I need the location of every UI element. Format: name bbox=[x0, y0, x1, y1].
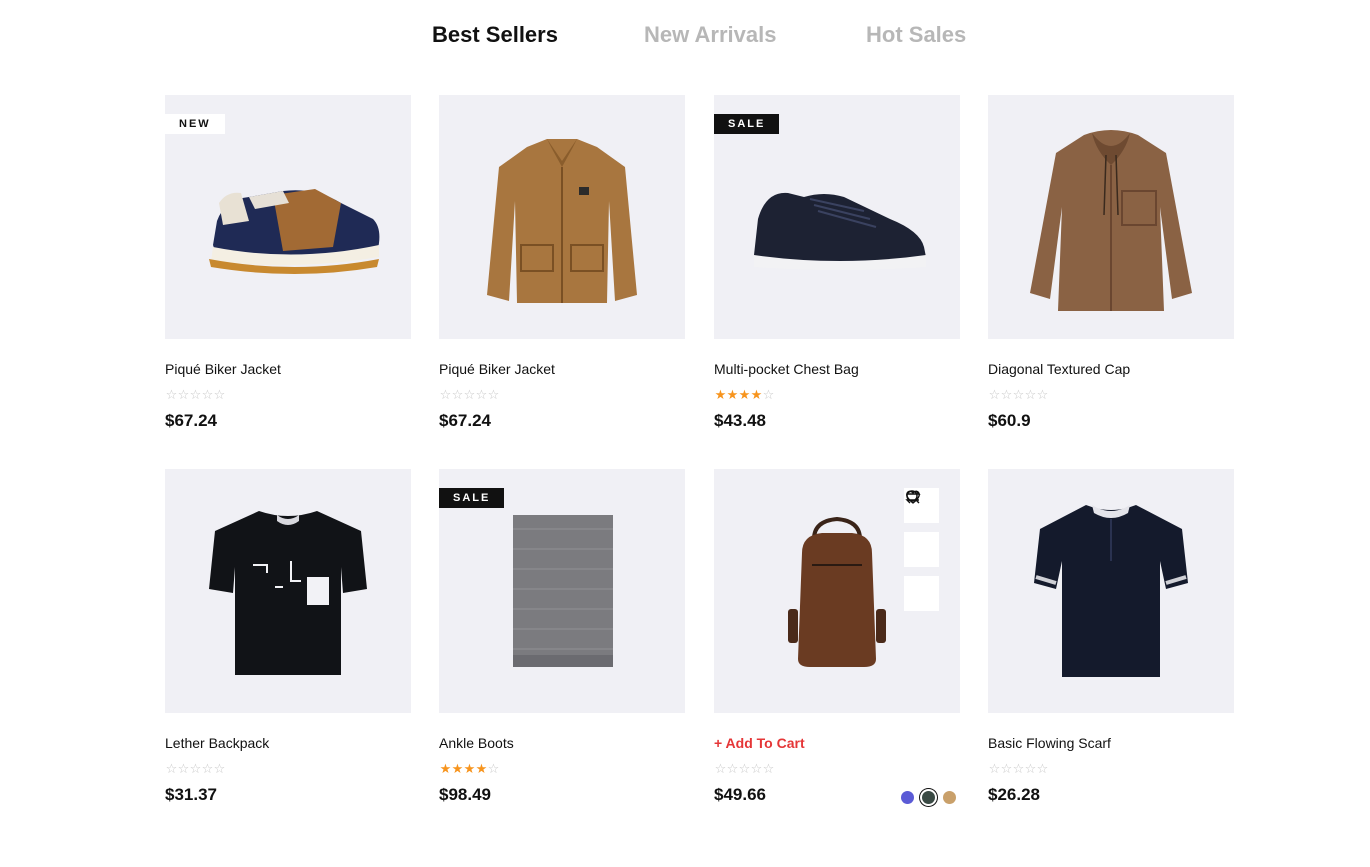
product-price: $26.28 bbox=[988, 785, 1040, 804]
tshirt-icon bbox=[209, 511, 367, 675]
star-icon: ☆ bbox=[1036, 387, 1049, 402]
star-icon: ★ bbox=[451, 761, 464, 776]
new-badge: NEW bbox=[165, 114, 225, 134]
jacket-icon bbox=[487, 139, 637, 303]
product-price: $98.49 bbox=[439, 785, 491, 804]
product-name: Diagonal Textured Cap bbox=[988, 361, 1131, 377]
star-icon: ★ bbox=[439, 761, 452, 776]
color-swatch[interactable] bbox=[901, 790, 914, 804]
search-icon bbox=[906, 490, 920, 504]
rating-stars: ☆☆☆☆☆ bbox=[988, 761, 1049, 776]
star-icon: ☆ bbox=[1012, 761, 1025, 776]
product-price: $67.24 bbox=[165, 411, 217, 430]
star-icon: ☆ bbox=[1000, 761, 1013, 776]
product-image[interactable]: SALE bbox=[714, 95, 960, 339]
star-icon: ☆ bbox=[1024, 387, 1037, 402]
rating-stars: ☆☆☆☆☆ bbox=[714, 761, 775, 776]
tab-new-arrivals[interactable]: New Arrivals bbox=[644, 20, 776, 50]
star-icon: ☆ bbox=[762, 761, 775, 776]
product-price: $49.66 bbox=[714, 785, 766, 804]
product-hover-actions bbox=[904, 488, 939, 620]
rating-stars: ☆☆☆☆☆ bbox=[165, 387, 226, 402]
rating-stars: ☆☆☆☆☆ bbox=[988, 387, 1049, 402]
star-icon: ★ bbox=[750, 387, 763, 402]
rating-stars: ★★★★☆ bbox=[714, 387, 775, 402]
star-icon: ★ bbox=[463, 761, 476, 776]
product-filter-tabs: Best Sellers New Arrivals Hot Sales bbox=[0, 20, 1370, 54]
star-icon: ☆ bbox=[201, 761, 214, 776]
color-swatches bbox=[901, 789, 956, 805]
star-icon: ☆ bbox=[177, 761, 190, 776]
star-icon: ☆ bbox=[213, 387, 226, 402]
product-card[interactable]: NEW Piqué Biker Jacket ☆☆☆☆☆ $67.24 bbox=[165, 95, 411, 435]
star-icon: ☆ bbox=[988, 761, 1001, 776]
shirt-icon bbox=[1030, 130, 1192, 311]
product-image[interactable] bbox=[988, 95, 1234, 339]
color-swatch[interactable] bbox=[943, 790, 956, 804]
star-icon: ☆ bbox=[189, 761, 202, 776]
product-name: Multi-pocket Chest Bag bbox=[714, 361, 859, 377]
add-to-cart-link[interactable]: + Add To Cart bbox=[714, 735, 805, 751]
star-icon: ☆ bbox=[451, 387, 464, 402]
product-name: Lether Backpack bbox=[165, 735, 270, 751]
product-card[interactable]: + Add To Cart ☆☆☆☆☆ $49.66 bbox=[714, 469, 960, 809]
star-icon: ☆ bbox=[1000, 387, 1013, 402]
product-price: $60.9 bbox=[988, 411, 1031, 430]
product-card[interactable]: SALE Ankle Boots ★★★★☆ $98.49 bbox=[439, 469, 685, 809]
product-card[interactable]: Diagonal Textured Cap ☆☆☆☆☆ $60.9 bbox=[988, 95, 1234, 435]
star-icon: ★ bbox=[726, 387, 739, 402]
product-name: Basic Flowing Scarf bbox=[988, 735, 1111, 751]
product-card[interactable]: SALE Multi-pocket Chest Bag ★★★★☆ $43.48 bbox=[714, 95, 960, 435]
star-icon: ☆ bbox=[750, 761, 763, 776]
product-name: Piqué Biker Jacket bbox=[439, 361, 555, 377]
star-icon: ☆ bbox=[738, 761, 751, 776]
product-name: Ankle Boots bbox=[439, 735, 514, 751]
star-icon: ☆ bbox=[1024, 761, 1037, 776]
star-icon: ☆ bbox=[213, 761, 226, 776]
star-icon: ☆ bbox=[1036, 761, 1049, 776]
search-button[interactable] bbox=[904, 490, 939, 611]
star-icon: ☆ bbox=[487, 387, 500, 402]
color-swatch[interactable] bbox=[922, 790, 935, 804]
tab-hot-sales[interactable]: Hot Sales bbox=[866, 20, 966, 50]
product-price: $31.37 bbox=[165, 785, 217, 804]
product-image[interactable]: SALE bbox=[439, 469, 685, 713]
star-icon: ★ bbox=[475, 761, 488, 776]
star-icon: ☆ bbox=[165, 761, 178, 776]
star-icon: ☆ bbox=[463, 387, 476, 402]
product-image[interactable] bbox=[165, 469, 411, 713]
star-icon: ☆ bbox=[988, 387, 1001, 402]
star-icon: ☆ bbox=[189, 387, 202, 402]
product-price: $43.48 bbox=[714, 411, 766, 430]
rating-stars: ★★★★☆ bbox=[439, 761, 500, 776]
compare-button[interactable] bbox=[904, 490, 939, 567]
product-name: Piqué Biker Jacket bbox=[165, 361, 281, 377]
star-icon: ☆ bbox=[165, 387, 178, 402]
rating-stars: ☆☆☆☆☆ bbox=[439, 387, 500, 402]
product-card[interactable]: Basic Flowing Scarf ☆☆☆☆☆ $26.28 bbox=[988, 469, 1234, 809]
product-image[interactable] bbox=[714, 469, 960, 713]
sale-badge: SALE bbox=[439, 488, 505, 508]
star-icon: ☆ bbox=[475, 387, 488, 402]
sale-badge: SALE bbox=[714, 114, 780, 134]
product-image[interactable]: NEW bbox=[165, 95, 411, 339]
star-icon: ☆ bbox=[487, 761, 500, 776]
product-image[interactable] bbox=[439, 95, 685, 339]
star-icon: ☆ bbox=[439, 387, 452, 402]
star-icon: ☆ bbox=[714, 761, 727, 776]
star-icon: ★ bbox=[738, 387, 751, 402]
star-icon: ★ bbox=[714, 387, 727, 402]
star-icon: ☆ bbox=[1012, 387, 1025, 402]
polo-icon bbox=[1034, 505, 1188, 677]
product-price: $67.24 bbox=[439, 411, 491, 430]
star-icon: ☆ bbox=[762, 387, 775, 402]
rating-stars: ☆☆☆☆☆ bbox=[165, 761, 226, 776]
product-card[interactable]: Lether Backpack ☆☆☆☆☆ $31.37 bbox=[165, 469, 411, 809]
star-icon: ☆ bbox=[726, 761, 739, 776]
star-icon: ☆ bbox=[177, 387, 190, 402]
tab-best-sellers[interactable]: Best Sellers bbox=[432, 20, 558, 50]
product-image[interactable] bbox=[988, 469, 1234, 713]
star-icon: ☆ bbox=[201, 387, 214, 402]
product-card[interactable]: Piqué Biker Jacket ☆☆☆☆☆ $67.24 bbox=[439, 95, 685, 435]
